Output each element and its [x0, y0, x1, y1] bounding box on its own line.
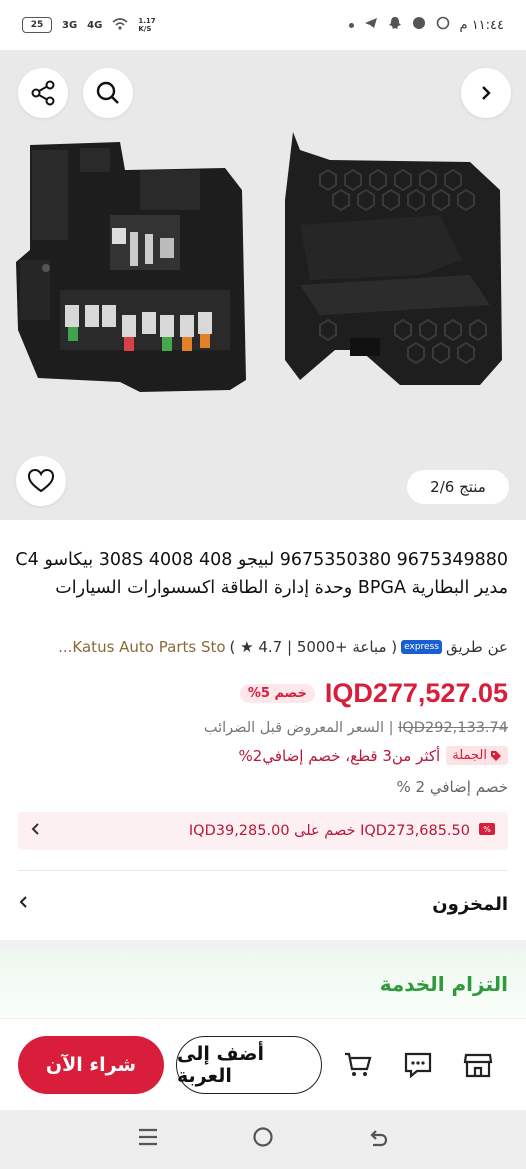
search-icon — [96, 81, 119, 104]
seller-prefix: عن طريق — [445, 638, 508, 656]
telegram-icon — [364, 16, 378, 34]
old-price-label: | السعر المعروض قبل الضرائب — [203, 720, 394, 736]
store-name-link[interactable]: Katus Auto Parts Sto... — [58, 638, 225, 656]
wifi-icon — [112, 17, 128, 34]
notification-dot-icon — [348, 22, 354, 28]
seller-row[interactable]: عن طريق express ( مباعة +5000 | 4.7 ★ ) … — [58, 638, 508, 656]
forward-button[interactable] — [461, 68, 511, 118]
network-4g: 4G — [87, 19, 103, 31]
section-gap — [0, 940, 526, 950]
coupon-icon: % — [478, 822, 496, 840]
battery-icon: 25 — [22, 17, 52, 33]
product-title: 9675349880 9675350380 لبيجو 408 4008 308… — [15, 550, 508, 598]
speed-indicator: 1.17 K/S — [138, 17, 156, 33]
divider — [18, 870, 508, 871]
chevron-left-icon — [18, 894, 30, 914]
stock-label: المخزون — [432, 893, 508, 915]
current-price: IQD277,527.05 — [324, 678, 508, 708]
chat-button[interactable] — [394, 1041, 442, 1089]
old-price-row: IQD292,133.74 | السعر المعروض قبل الضرائ… — [204, 720, 508, 736]
home-icon[interactable] — [252, 1126, 274, 1154]
service-title: التزام الخدمة — [379, 972, 508, 996]
search-button[interactable] — [83, 68, 133, 118]
service-commitment[interactable]: التزام الخدمة — [0, 950, 526, 1018]
cart-button[interactable] — [334, 1041, 382, 1089]
svg-text:%: % — [483, 825, 491, 834]
whatsapp-icon — [436, 16, 450, 34]
express-icon: express — [401, 640, 442, 654]
cart-icon — [345, 1052, 372, 1076]
product-image — [16, 132, 502, 392]
add-to-cart-button[interactable]: أضف إلى العربة — [176, 1035, 322, 1094]
snapchat-icon — [388, 16, 402, 34]
bulk-tag: الجملة — [446, 746, 508, 765]
discount-badge: خصم 5% — [239, 684, 315, 703]
recent-apps-icon[interactable] — [137, 1127, 159, 1153]
chevron-left-icon — [30, 822, 42, 840]
status-left: 25 3G 4G 1.17 K/S — [22, 17, 158, 34]
share-icon — [31, 80, 55, 106]
clock: ١١:٤٤ م — [459, 17, 505, 33]
system-nav-bar — [0, 1110, 526, 1169]
status-bar: 25 3G 4G 1.17 K/S ١١:٤٤ م — [0, 0, 526, 50]
wishlist-button[interactable] — [16, 456, 66, 506]
bulk-text: أكثر من3 قطع، خصم إضافي2% — [238, 746, 441, 765]
bulk-tag-label: الجملة — [452, 748, 487, 763]
store-button[interactable] — [454, 1041, 502, 1089]
promo-text: IQD273,685.50 خصم على IQD39,285.00 — [188, 823, 470, 839]
image-counter: منتج 2/6 — [407, 470, 509, 504]
old-price: IQD292,133.74 — [398, 720, 508, 736]
chevron-right-icon — [482, 86, 491, 100]
chat-icon — [404, 1052, 432, 1078]
back-icon[interactable] — [367, 1126, 389, 1154]
share-button[interactable] — [18, 68, 68, 118]
seller-stats: ( مباعة +5000 | 4.7 ★ ) — [229, 638, 398, 656]
buy-now-button[interactable]: شراء الآن — [18, 1035, 164, 1094]
extra-discount: خصم إضافي 2 % — [396, 778, 508, 796]
action-bar: شراء الآن أضف إلى العربة — [0, 1018, 526, 1110]
bulk-discount-row: الجملة أكثر من3 قطع، خصم إضافي2% — [239, 746, 508, 765]
stock-row[interactable]: المخزون — [18, 878, 508, 930]
product-info: 9675349880 9675350380 لبيجو 408 4008 308… — [0, 528, 526, 938]
messenger-icon — [412, 16, 426, 34]
tag-icon — [491, 750, 501, 761]
product-image-gallery[interactable]: منتج 2/6 — [0, 50, 526, 520]
network-3g: 3G — [62, 19, 78, 31]
promo-banner[interactable]: % IQD273,685.50 خصم على IQD39,285.00 — [18, 812, 508, 850]
status-right: ١١:٤٤ م — [348, 16, 505, 34]
price-row: IQD277,527.05 خصم 5% — [239, 678, 508, 709]
heart-icon — [27, 468, 55, 493]
store-icon — [463, 1053, 493, 1077]
